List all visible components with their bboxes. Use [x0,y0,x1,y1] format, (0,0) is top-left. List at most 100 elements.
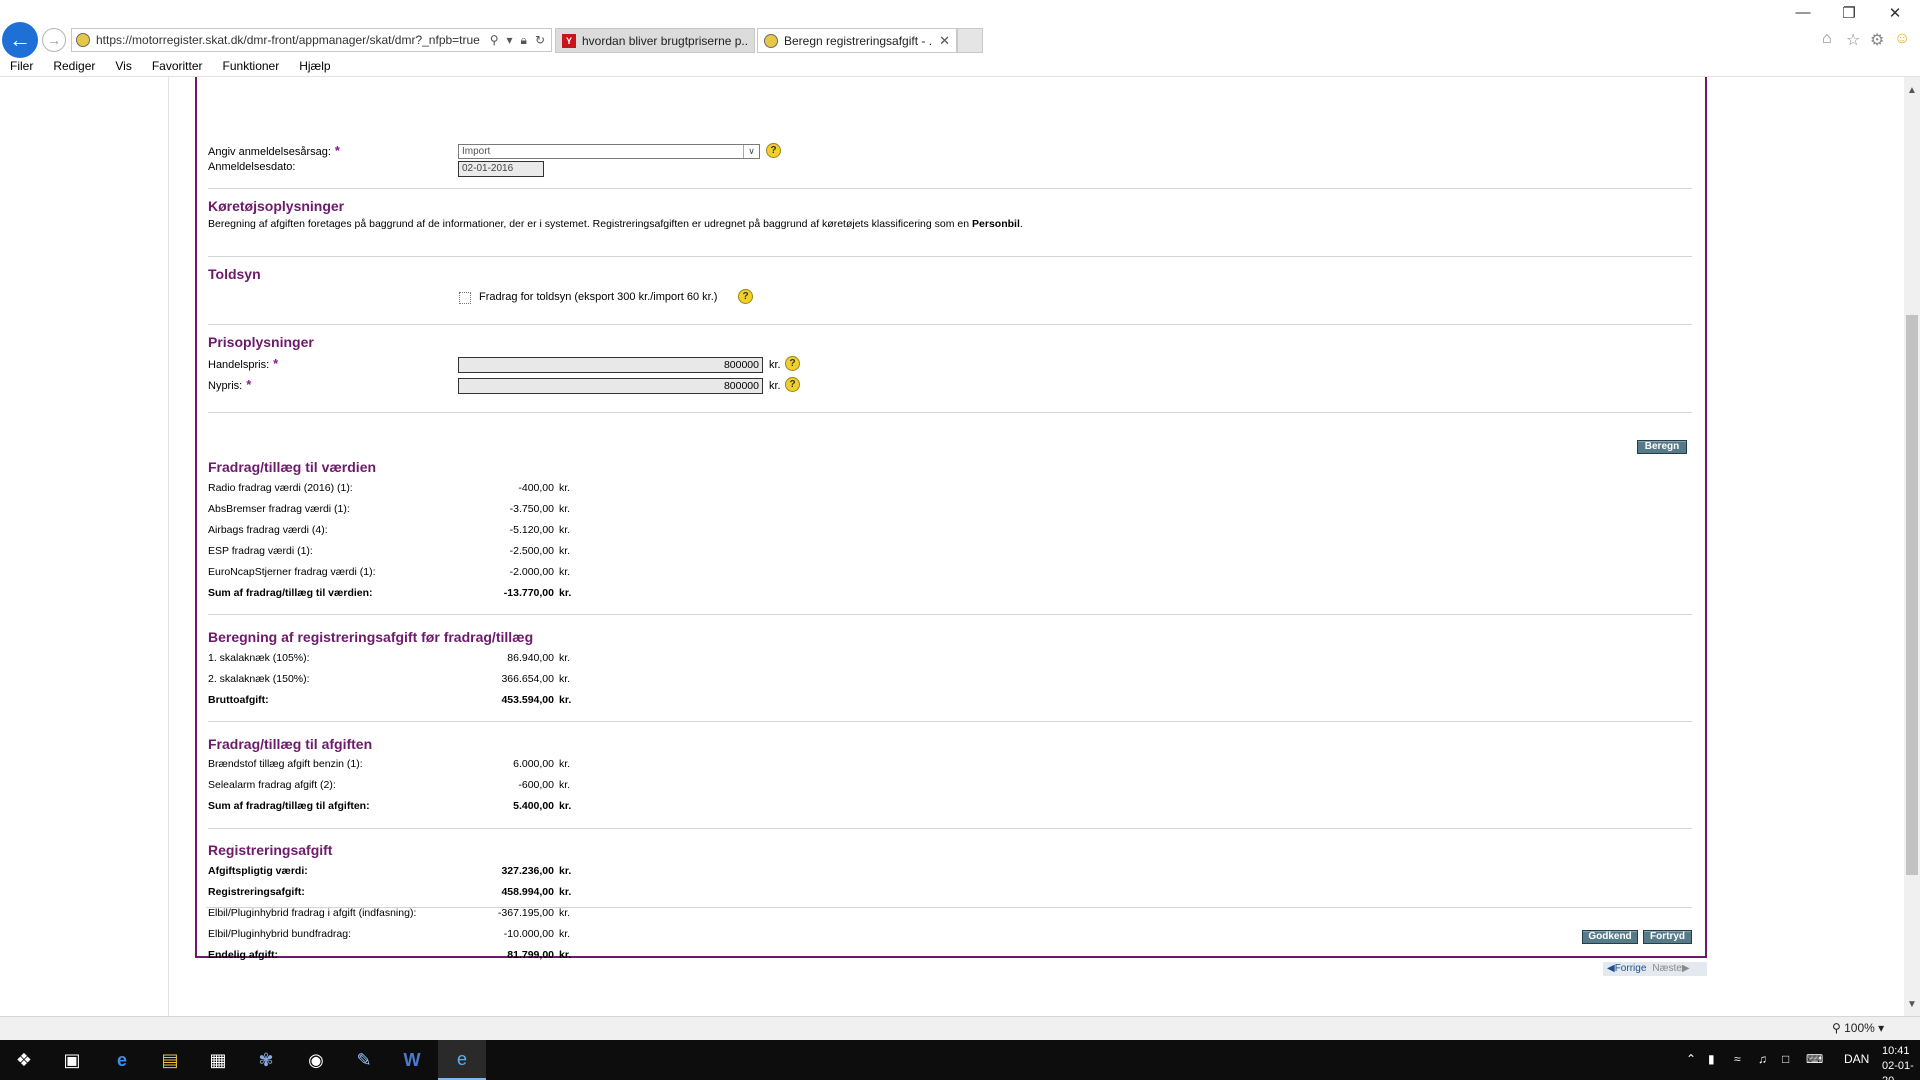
tray-chevron-up-icon[interactable]: ⌃ [1686,1052,1696,1066]
left-divider [168,77,169,1016]
divider [208,188,1692,189]
file-explorer-icon[interactable]: ▤ [146,1040,194,1080]
calc-row-label: Brændstof tillæg afgift benzin (1): [208,758,363,770]
volume-icon[interactable]: ♫ [1758,1052,1767,1066]
calc-row-label: Airbags fradrag værdi (4): [208,524,328,536]
date-field[interactable]: 02-01-2016 [458,161,544,177]
approve-button[interactable]: Godkend [1582,930,1638,944]
calc-row-value: -367.195,00 [497,907,554,919]
value-adjust-heading: Fradrag/tillæg til værdien [208,459,377,475]
battery-icon[interactable]: ▮ [1708,1052,1715,1066]
new-price-label: Nypris: * [208,377,252,392]
chevron-down-icon: ∨ [743,145,759,158]
refresh-icon[interactable]: ↻ [535,33,545,48]
calc-row-label: Elbil/Pluginhybrid fradrag i afgift (ind… [208,907,417,919]
windows-start-icon[interactable]: ❖ [0,1040,48,1080]
calculate-button[interactable]: Beregn [1637,440,1687,454]
close-icon[interactable]: ✕ [939,33,950,49]
vehicle-description: Beregning af afgiften foretages på baggr… [208,218,1023,230]
required-marker: * [334,143,340,158]
keyboard-icon[interactable]: ⌨ [1806,1052,1823,1066]
vehicle-class: Personbil [972,218,1020,230]
home-icon[interactable]: ⌂ [1822,30,1832,48]
calc-row-label: Afgiftspligtig værdi: [208,865,308,877]
tab-beregn-registreringsafgift[interactable]: Beregn registreringsafgift - ... ✕ [757,28,957,53]
calc-row-label: EuroNcapStjerner fradrag værdi (1): [208,566,376,578]
price-heading: Prisoplysninger [208,334,314,350]
pager-next[interactable]: Næste▶ [1652,962,1689,976]
back-button[interactable]: ← [2,22,38,58]
gear-icon[interactable]: ⚙ [1870,30,1884,50]
calc-row-value: -400,00 [518,482,554,494]
help-icon[interactable]: ? [785,377,800,392]
pager: ◀Forrige Næste▶ [1603,962,1707,976]
pager-previous[interactable]: ◀Forrige [1607,962,1646,976]
calc-total-unit: kr. [559,587,572,599]
registration-heading: Registreringsafgift [208,842,333,858]
chrome-icon[interactable]: ◉ [292,1040,340,1080]
task-view-icon[interactable]: ▣ [48,1040,96,1080]
site-favicon-icon [764,33,778,48]
divider [208,324,1692,325]
calc-row-value: 327.236,00 [501,865,554,877]
help-icon[interactable]: ? [785,356,800,371]
new-price-input[interactable]: 800000 [458,378,763,394]
reason-select[interactable]: Import ∨ [458,144,760,159]
favorites-star-icon[interactable]: ☆ [1846,30,1860,50]
notifications-icon[interactable]: □ [1782,1052,1789,1066]
tab-brugtpriser[interactable]: Y hvordan bliver brugtpriserne p... [555,28,755,53]
zoom-icon: ⚲ [1832,1021,1845,1035]
calc-row-unit: kr. [559,524,571,536]
wifi-icon[interactable]: ≈ [1734,1052,1741,1066]
calc-row-unit: kr. [559,886,572,898]
clock-date: 02-01-20 [1882,1060,1914,1080]
help-icon[interactable]: ? [766,143,781,158]
minimize-icon[interactable]: — [1788,4,1818,21]
zoom-control[interactable]: ⚲ 100% ▾ [1832,1021,1884,1035]
input-language[interactable]: DAN [1844,1052,1869,1066]
close-window-icon[interactable]: ✕ [1880,4,1910,22]
calc-row-unit: kr. [559,907,571,919]
new-tab-button[interactable] [957,28,983,53]
calc-row-unit: kr. [559,652,571,664]
menu-hjaelp[interactable]: Hjælp [289,57,340,77]
menu-vis[interactable]: Vis [105,57,141,77]
scrollbar-thumb[interactable] [1906,315,1918,875]
calc-row-value: 458.994,00 [501,886,554,898]
paint-icon[interactable]: ✾ [242,1040,290,1080]
cancel-button[interactable]: Fortryd [1643,930,1692,944]
scroll-up-icon[interactable]: ▲ [1907,85,1917,96]
trade-price-input[interactable]: 800000 [458,357,763,373]
system-clock[interactable]: 10:41 02-01-20 [1882,1044,1920,1080]
vertical-scrollbar[interactable]: ▲ ▼ [1904,77,1920,1016]
dropdown-icon[interactable]: ▾ [507,33,513,48]
url-text[interactable]: https://motorregister.skat.dk/dmr-front/… [96,33,484,47]
calculator-icon[interactable]: ▦ [194,1040,242,1080]
menu-filer[interactable]: Filer [0,57,43,77]
menu-rediger[interactable]: Rediger [43,57,105,77]
menu-funktioner[interactable]: Funktioner [213,57,290,77]
forward-button[interactable]: → [42,28,66,52]
search-icon[interactable]: ⚲ [490,33,499,48]
word-icon[interactable]: W [388,1040,436,1080]
calc-total-label: Sum af fradrag/tillæg til afgiften: [208,800,370,812]
toldsyn-checkbox[interactable] [459,292,471,304]
address-bar[interactable]: https://motorregister.skat.dk/dmr-front/… [71,28,552,52]
calc-row-unit: kr. [559,779,571,791]
registration-tax-form: Angiv anmeldelsesårsag: * Import ∨ ? Anmel… [195,77,1707,961]
edge-icon[interactable]: e [98,1040,146,1080]
calc-row-unit: kr. [559,545,571,557]
scroll-down-icon[interactable]: ▼ [1907,999,1917,1010]
calc-row-label: 2. skalaknæk (150%): [208,673,310,685]
calc-total-value: 5.400,00 [513,800,554,812]
restore-icon[interactable]: ❐ [1834,4,1864,22]
internet-explorer-icon[interactable]: e [438,1040,486,1080]
calc-row-label: AbsBremser fradrag værdi (1): [208,503,350,515]
help-icon[interactable]: ? [738,289,753,304]
lock-icon[interactable]: 🔒︎ [521,33,527,48]
notepad-icon[interactable]: ✎ [340,1040,388,1080]
currency-unit: kr. [769,359,781,371]
currency-unit: kr. [769,380,781,392]
menu-favoritter[interactable]: Favoritter [142,57,213,77]
feedback-smiley-icon[interactable]: ☺ [1894,30,1910,48]
